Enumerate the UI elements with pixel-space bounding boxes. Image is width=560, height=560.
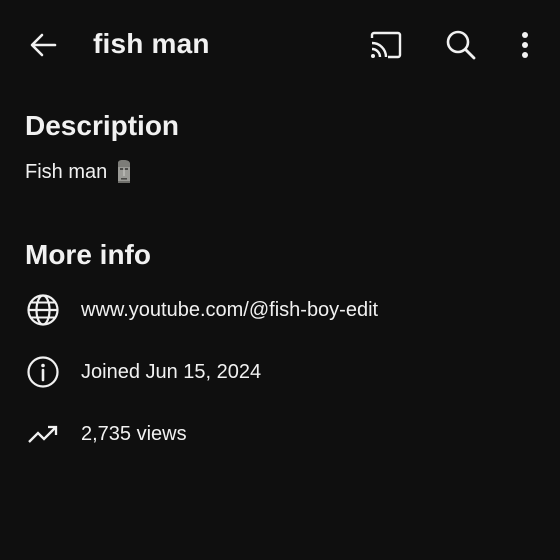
moai-icon: [115, 159, 133, 185]
back-button[interactable]: [22, 24, 64, 66]
description-heading: Description: [25, 110, 180, 141]
search-icon: [446, 30, 476, 60]
cast-icon: [370, 31, 402, 59]
globe-icon: [25, 292, 61, 328]
view-count-text: 2,735 views: [81, 423, 187, 445]
joined-date-text: Joined Jun 15, 2024: [81, 361, 262, 383]
info-icon: [25, 354, 61, 390]
trending-icon: [25, 416, 61, 452]
top-app-bar: fish man: [0, 0, 560, 88]
joined-date-row: Joined Jun 15, 2024: [25, 352, 545, 392]
search-button[interactable]: [440, 24, 482, 66]
description-text-row: Fish man: [25, 159, 133, 185]
view-count-row: 2,735 views: [25, 414, 545, 454]
channel-title: fish man: [93, 28, 210, 59]
description-text: Fish man: [25, 161, 108, 183]
arrow-back-icon: [30, 33, 57, 57]
more-options-button[interactable]: [510, 24, 540, 66]
channel-link-text[interactable]: www.youtube.com/@fish-boy-edit: [81, 297, 378, 323]
channel-link-row[interactable]: www.youtube.com/@fish-boy-edit: [25, 290, 545, 330]
more-info-heading: More info: [25, 239, 151, 270]
cast-button[interactable]: [364, 24, 408, 66]
more-vert-icon: [522, 32, 528, 58]
